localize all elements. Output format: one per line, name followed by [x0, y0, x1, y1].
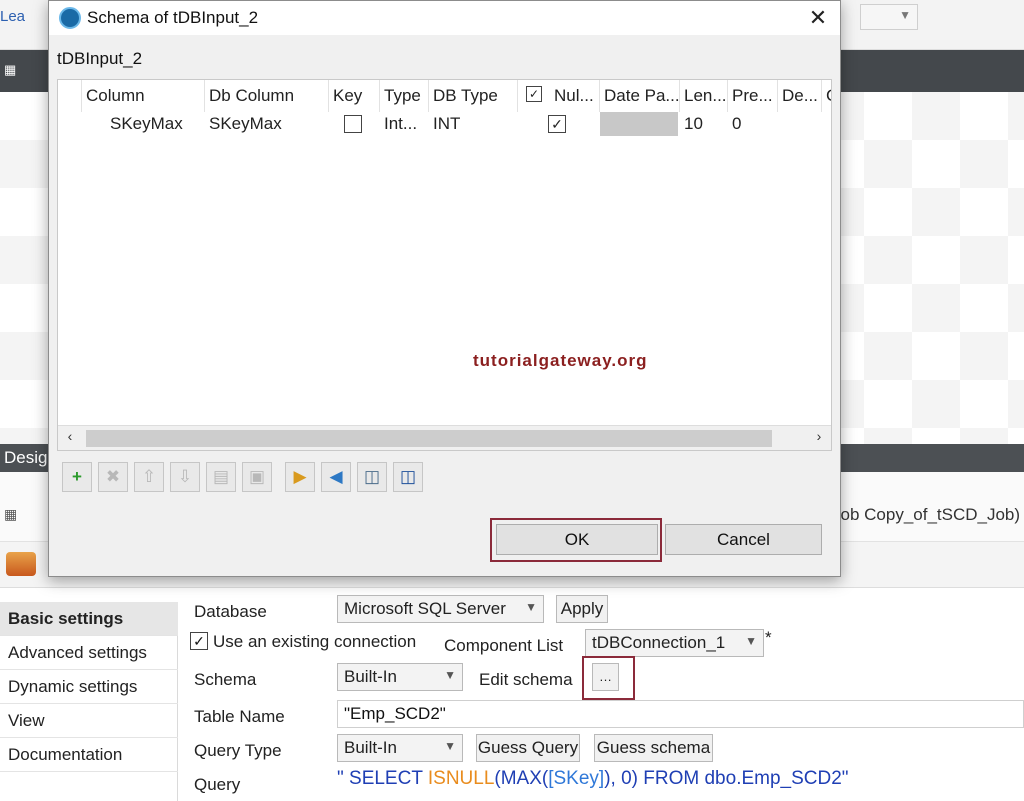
query-text-select: " SELECT	[337, 768, 428, 789]
copy-icon[interactable]: ▤	[206, 462, 236, 492]
database-select-value: Microsoft SQL Server	[344, 599, 506, 618]
repository-icon[interactable]: ◫	[357, 462, 387, 492]
component-list-value: tDBConnection_1	[592, 633, 726, 652]
nav-view[interactable]: View	[0, 704, 178, 738]
cell-key[interactable]	[329, 112, 380, 136]
query-editor[interactable]: " SELECT ISNULL(MAX([SKey]), 0) FROM dbo…	[337, 768, 1024, 801]
required-marker: *	[765, 628, 772, 647]
use-existing-connection-checkbox[interactable]: ✓	[190, 632, 208, 650]
nullable-all-checkbox[interactable]: ✓	[526, 86, 542, 102]
cell-type[interactable]: Int...	[380, 112, 429, 136]
apply-button[interactable]: Apply	[556, 595, 608, 623]
paste-icon[interactable]: ▣	[242, 462, 272, 492]
remove-icon[interactable]: ✖	[98, 462, 128, 492]
cell-db-type[interactable]: INT	[429, 112, 518, 136]
nullable-checkbox[interactable]: ✓	[548, 115, 566, 133]
chevron-down-icon: ▼	[899, 8, 911, 22]
guess-query-button[interactable]: Guess Query	[476, 734, 580, 762]
cancel-button[interactable]: Cancel	[665, 524, 822, 555]
component-list-label: Component List	[444, 636, 564, 655]
scroll-right-icon[interactable]: ›	[807, 428, 831, 449]
query-text-from: ), 0) FROM dbo.Emp_SCD2"	[604, 768, 849, 789]
move-up-icon[interactable]: ⇧	[134, 462, 164, 492]
col-header-date-pattern[interactable]: Date Pa...	[600, 80, 680, 112]
query-type-value: Built-In	[344, 738, 397, 757]
cell-column[interactable]: SKeyMax	[82, 112, 205, 136]
col-header-type[interactable]: Type	[380, 80, 429, 112]
schema-select-value: Built-In	[344, 667, 397, 686]
table-name-label: Table Name	[194, 707, 285, 726]
col-header-db-column[interactable]: Db Column	[205, 80, 329, 112]
cell-length[interactable]: 10	[680, 112, 728, 136]
query-label: Query	[194, 775, 241, 794]
schema-table: Column Db Column Key Type DB Type ✓ Nul.…	[57, 79, 832, 451]
use-existing-connection-label: Use an existing connection	[213, 632, 417, 651]
check-icon: ✓	[551, 116, 563, 132]
ok-button[interactable]: OK	[496, 524, 658, 555]
edit-schema-highlight	[582, 656, 635, 700]
watermark: tutorialgateway.org	[473, 351, 648, 370]
schema-label: Schema	[194, 670, 257, 689]
chevron-down-icon: ▼	[444, 668, 456, 682]
export-icon[interactable]: ◀	[321, 462, 351, 492]
chevron-down-icon: ▼	[444, 739, 456, 753]
query-text-isnull: ISNULL	[427, 768, 495, 789]
check-icon: ✓	[528, 87, 540, 101]
col-header-length[interactable]: Len...	[680, 80, 728, 112]
col-header-column[interactable]: Column	[82, 80, 205, 112]
scroll-left-icon[interactable]: ‹	[58, 428, 82, 449]
col-header-nullable-label: Nul...	[554, 86, 594, 105]
talend-logo-icon	[59, 7, 81, 29]
cell-db-column[interactable]: SKeyMax	[205, 112, 329, 136]
component-icon	[6, 552, 36, 576]
cell-date-pattern[interactable]	[600, 112, 678, 136]
job-title: Job Copy_of_tSCD_Job)	[832, 505, 1021, 524]
nav-basic-settings[interactable]: Basic settings	[0, 602, 178, 636]
nav-documentation[interactable]: Documentation	[0, 738, 178, 772]
close-icon[interactable]: ✕	[803, 3, 833, 33]
database-select[interactable]: Microsoft SQL Server ▼	[337, 595, 544, 623]
scrollbar-thumb[interactable]	[86, 430, 772, 447]
query-text-max: (MAX(	[494, 768, 549, 789]
edit-schema-label: Edit schema	[479, 670, 573, 689]
import-icon[interactable]: ▶	[285, 462, 315, 492]
database-label: Database	[194, 602, 267, 621]
col-header-comment[interactable]: C	[822, 80, 831, 112]
horizontal-scrollbar[interactable]: ‹ ›	[58, 425, 831, 450]
job-tab-icon[interactable]: ▦	[4, 62, 34, 84]
schema-dialog: Schema of tDBInput_2 ✕ tDBInput_2 Column…	[48, 0, 841, 577]
table-name-input[interactable]: "Emp_SCD2"	[337, 700, 1024, 728]
toolbar-combo[interactable]: ▼	[860, 4, 918, 30]
chevron-down-icon: ▼	[525, 600, 537, 614]
chevron-down-icon: ▼	[745, 634, 757, 648]
col-header-key[interactable]: Key	[329, 80, 380, 112]
dialog-title: Schema of tDBInput_2	[87, 8, 259, 27]
add-icon[interactable]: +	[62, 462, 92, 492]
save-icon[interactable]: ◫	[393, 462, 423, 492]
key-checkbox[interactable]	[344, 115, 362, 133]
move-down-icon[interactable]: ⇩	[170, 462, 200, 492]
query-text-skey: [SKey]	[548, 768, 605, 789]
col-header-nullable[interactable]: ✓ Nul...	[518, 80, 600, 112]
cell-nullable[interactable]: ✓	[518, 112, 600, 136]
query-type-label: Query Type	[194, 741, 282, 760]
col-header-precision[interactable]: Pre...	[728, 80, 778, 112]
check-icon: ✓	[193, 633, 205, 649]
top-link[interactable]: Lea	[0, 8, 46, 28]
query-type-select[interactable]: Built-In ▼	[337, 734, 463, 762]
col-header-default[interactable]: De...	[778, 80, 822, 112]
settings-nav: Basic settings Advanced settings Dynamic…	[0, 602, 178, 801]
schema-select[interactable]: Built-In ▼	[337, 663, 463, 691]
row-selector-header	[58, 80, 82, 112]
job-icon: ▦	[4, 506, 18, 522]
nav-advanced-settings[interactable]: Advanced settings	[0, 636, 178, 670]
design-tab[interactable]: Desig	[4, 448, 47, 468]
dialog-title-bar: Schema of tDBInput_2 ✕	[49, 1, 840, 35]
col-header-db-type[interactable]: DB Type	[429, 80, 518, 112]
nav-dynamic-settings[interactable]: Dynamic settings	[0, 670, 178, 704]
component-list-select[interactable]: tDBConnection_1 ▼	[585, 629, 764, 657]
component-name: tDBInput_2	[57, 49, 143, 68]
guess-schema-button[interactable]: Guess schema	[594, 734, 713, 762]
cell-precision[interactable]: 0	[728, 112, 778, 136]
